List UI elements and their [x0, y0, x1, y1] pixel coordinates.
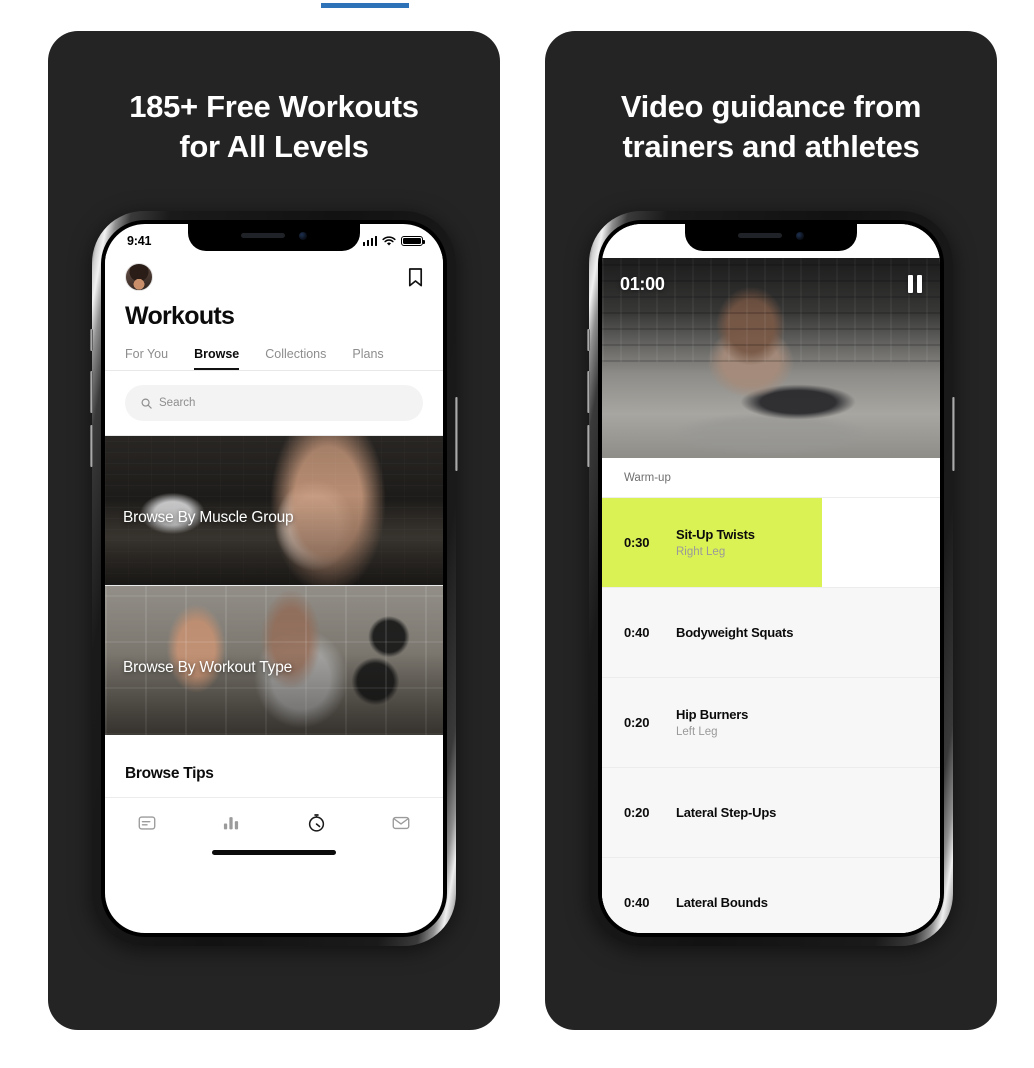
volume-down-button[interactable]: [587, 425, 590, 467]
wifi-icon: [382, 235, 396, 246]
page-indicator[interactable]: [321, 3, 409, 8]
earpiece-speaker: [738, 233, 782, 238]
screenshot-card-player[interactable]: Video guidance from trainers and athlete…: [545, 31, 997, 1030]
browse-tips-section[interactable]: Browse Tips: [105, 735, 443, 797]
tab-browse[interactable]: Browse: [194, 347, 240, 370]
exercise-name: Sit-Up Twists: [676, 527, 755, 542]
tab-for-you[interactable]: For You: [125, 347, 168, 370]
exercise-subtitle: Right Leg: [676, 546, 726, 558]
promo-label-muscle-group: Browse By Muscle Group: [123, 509, 294, 526]
exercise-info: Hip Burners Left Leg: [676, 707, 748, 738]
avatar[interactable]: [125, 263, 153, 291]
caption-line-1: 185+ Free Workouts: [129, 89, 419, 124]
exercise-name: Lateral Bounds: [676, 895, 768, 910]
exercise-row[interactable]: 0:20 Hip Burners Left Leg: [602, 678, 940, 768]
exercise-duration: 0:40: [624, 625, 650, 640]
page-title: Workouts: [125, 302, 235, 330]
device-bezel: 01:00 Warm-up 0:30 Sit-Up Twists Right L…: [598, 220, 944, 937]
bar-chart-icon[interactable]: [221, 813, 241, 833]
notch: [188, 224, 360, 251]
exercise-duration: 0:20: [624, 715, 650, 730]
bookmark-icon[interactable]: [408, 267, 423, 287]
power-button[interactable]: [455, 397, 458, 471]
battery-icon: [401, 235, 425, 247]
search-icon: [141, 398, 152, 409]
exercise-row[interactable]: 0:40 Bodyweight Squats: [602, 588, 940, 678]
exercise-info: Sit-Up Twists Right Leg: [676, 527, 755, 558]
earpiece-speaker: [241, 233, 285, 238]
volume-up-button[interactable]: [90, 371, 93, 413]
notch: [685, 224, 857, 251]
exercise-duration: 0:40: [624, 895, 650, 910]
exercise-row[interactable]: 0:20 Lateral Step-Ups: [602, 768, 940, 858]
caption-line-2: trainers and athletes: [622, 128, 920, 164]
section-label-warmup: Warm-up: [602, 458, 940, 498]
header-top-row: [125, 260, 423, 294]
volume-down-button[interactable]: [90, 425, 93, 467]
screenshot-gallery: 185+ Free Workouts for All Levels 9:41 W…: [0, 31, 1034, 1031]
phone-screen-player: 01:00 Warm-up 0:30 Sit-Up Twists Right L…: [602, 224, 940, 933]
promo-card-muscle-group[interactable]: Browse By Muscle Group: [105, 435, 443, 585]
mail-icon[interactable]: [391, 813, 411, 833]
stopwatch-icon[interactable]: [306, 812, 327, 833]
front-camera-icon: [796, 231, 804, 240]
card-caption: Video guidance from trainers and athlete…: [545, 87, 997, 166]
front-camera-icon: [299, 231, 307, 240]
search-placeholder: Search: [159, 397, 196, 409]
exercise-info: Lateral Bounds: [676, 895, 768, 910]
silent-switch[interactable]: [587, 329, 590, 351]
status-bar-time: 9:41: [127, 234, 152, 248]
exercise-name: Bodyweight Squats: [676, 625, 794, 640]
home-indicator[interactable]: [105, 847, 443, 869]
bottom-tab-bar: [105, 797, 443, 847]
phone-screen-workouts: 9:41 Workouts For You Browse Collections…: [105, 224, 443, 933]
exercise-duration: 0:30: [624, 535, 650, 550]
screenshot-card-workouts[interactable]: 185+ Free Workouts for All Levels 9:41 W…: [48, 31, 500, 1030]
workouts-tabs: For You Browse Collections Plans: [125, 347, 423, 370]
exercise-duration: 0:20: [624, 805, 650, 820]
caption-line-1: Video guidance from: [620, 89, 922, 124]
tab-collections[interactable]: Collections: [265, 347, 326, 370]
caption-line-2: for All Levels: [179, 128, 369, 164]
device-bezel: 9:41 Workouts For You Browse Collections…: [101, 220, 447, 937]
pause-icon[interactable]: [908, 275, 922, 293]
power-button[interactable]: [952, 397, 955, 471]
exercise-info: Lateral Step-Ups: [676, 805, 776, 820]
feed-icon[interactable]: [137, 813, 157, 833]
promo-label-workout-type: Browse By Workout Type: [123, 659, 293, 676]
volume-up-button[interactable]: [587, 371, 590, 413]
promo-card-workout-type[interactable]: Browse By Workout Type: [105, 585, 443, 735]
video-player[interactable]: 01:00: [602, 258, 940, 458]
exercise-row-active[interactable]: 0:30 Sit-Up Twists Right Leg: [602, 498, 940, 588]
card-caption: 185+ Free Workouts for All Levels: [48, 87, 500, 166]
search-section: Search: [105, 371, 443, 435]
browse-tips-title: Browse Tips: [125, 765, 214, 782]
search-input[interactable]: Search: [125, 385, 423, 421]
cellular-signal-icon: [362, 236, 377, 246]
page-indicator-bar: [321, 3, 409, 8]
phone-mockup-right: 01:00 Warm-up 0:30 Sit-Up Twists Right L…: [587, 211, 955, 946]
silent-switch[interactable]: [90, 329, 93, 351]
video-timer: 01:00: [620, 274, 665, 294]
tab-plans[interactable]: Plans: [352, 347, 383, 370]
exercise-info: Bodyweight Squats: [676, 625, 793, 640]
exercise-row[interactable]: 0:40 Lateral Bounds: [602, 858, 940, 933]
phone-mockup-left: 9:41 Workouts For You Browse Collections…: [90, 211, 458, 946]
exercise-list: 0:30 Sit-Up Twists Right Leg 0:40 Bodywe…: [602, 498, 940, 933]
exercise-name: Hip Burners: [676, 707, 749, 722]
status-bar-icons: [362, 235, 425, 247]
workouts-header: Workouts For You Browse Collections Plan…: [105, 254, 443, 370]
exercise-name: Lateral Step-Ups: [676, 805, 777, 820]
exercise-subtitle: Left Leg: [676, 726, 718, 738]
